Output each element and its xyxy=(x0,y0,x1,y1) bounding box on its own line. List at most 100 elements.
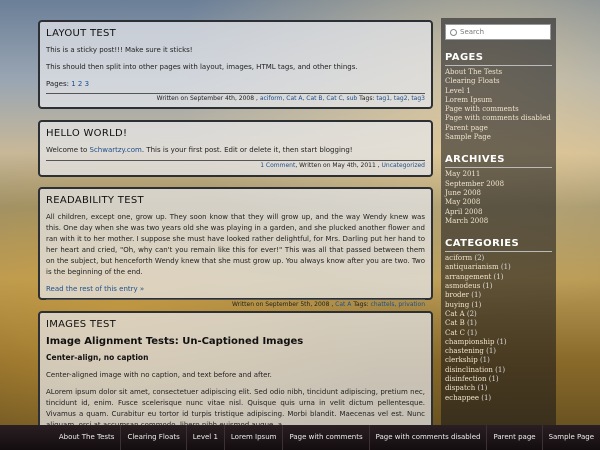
archive-item[interactable]: May 2008 xyxy=(445,198,552,207)
site-link[interactable]: Schwartzy.com xyxy=(90,146,142,154)
category-item[interactable]: asmodeus (1) xyxy=(445,282,552,291)
archive-link[interactable]: March 2008 xyxy=(445,217,488,225)
category-link[interactable]: disinclination xyxy=(445,366,493,374)
category-link[interactable]: chastening xyxy=(445,347,484,355)
category-link[interactable]: asmodeus xyxy=(445,282,480,290)
category-count: (1) xyxy=(493,272,504,281)
post-categories[interactable]: aciform, Cat A, Cat B, Cat C, sub xyxy=(260,95,357,102)
nav-page-with-comments-disabled[interactable]: Page with comments disabled xyxy=(368,425,487,450)
category-item[interactable]: Cat C (1) xyxy=(445,329,552,338)
archive-link[interactable]: April 2008 xyxy=(445,208,482,216)
comment-link[interactable]: 1 Comment xyxy=(260,162,295,169)
page-link-2[interactable]: 2 xyxy=(78,80,82,88)
post-title[interactable]: IMAGES TEST xyxy=(46,319,425,330)
category-link[interactable]: echappee xyxy=(445,394,479,402)
post-subhead: Center-align, no caption xyxy=(46,353,149,362)
category-item[interactable]: clerkship (1) xyxy=(445,356,552,365)
nav-page-with-comments[interactable]: Page with comments xyxy=(282,425,368,450)
post-category[interactable]: Cat A xyxy=(335,301,351,308)
category-count: (1) xyxy=(479,356,490,365)
page-item[interactable]: About The Tests xyxy=(445,68,552,77)
archive-item[interactable]: March 2008 xyxy=(445,217,552,226)
page-link[interactable]: Page with comments disabled xyxy=(445,114,551,122)
post-title[interactable]: HELLO WORLD! xyxy=(46,128,425,139)
category-item[interactable]: broder (1) xyxy=(445,291,552,300)
nav-lorem-ipsum[interactable]: Lorem Ipsum xyxy=(223,425,283,450)
post-title[interactable]: READABILITY TEST xyxy=(46,195,425,206)
page-item[interactable]: Parent page xyxy=(445,124,552,133)
nav-about-the-tests[interactable]: About The Tests xyxy=(53,425,121,450)
category-link[interactable]: broder xyxy=(445,291,469,299)
category-item[interactable]: aciform (2) xyxy=(445,254,552,263)
category-item[interactable]: chastening (1) xyxy=(445,347,552,356)
category-count: (1) xyxy=(495,365,506,374)
pages-label: Pages: xyxy=(46,80,69,88)
archive-item[interactable]: April 2008 xyxy=(445,208,552,217)
archive-link[interactable]: May 2008 xyxy=(445,198,480,206)
page-link-1[interactable]: 1 xyxy=(71,80,75,88)
category-count: (1) xyxy=(471,300,482,309)
category-item[interactable]: disinfection (1) xyxy=(445,375,552,384)
post-category[interactable]: Uncategorized xyxy=(382,162,425,169)
page-item[interactable]: Level 1 xyxy=(445,87,552,96)
post-readability-test: READABILITY TEST All children, except on… xyxy=(38,187,433,308)
nav-parent-page[interactable]: Parent page xyxy=(486,425,541,450)
pages-list: About The Tests Clearing Floats Level 1 … xyxy=(445,68,552,142)
page-link[interactable]: Parent page xyxy=(445,124,488,132)
category-item[interactable]: Cat B (1) xyxy=(445,319,552,328)
category-item[interactable]: buying (1) xyxy=(445,301,552,310)
page-item[interactable]: Page with comments disabled xyxy=(445,114,552,123)
category-item[interactable]: arrangement (1) xyxy=(445,273,552,282)
page-item[interactable]: Page with comments xyxy=(445,105,552,114)
category-link[interactable]: Cat C xyxy=(445,329,465,337)
page-item[interactable]: Lorem Ipsum xyxy=(445,96,552,105)
archive-link[interactable]: June 2008 xyxy=(445,189,481,197)
page-link[interactable]: Sample Page xyxy=(445,133,491,141)
category-item[interactable]: echappee (1) xyxy=(445,394,552,403)
page-link[interactable]: Level 1 xyxy=(445,87,471,95)
archive-link[interactable]: September 2008 xyxy=(445,180,504,188)
post-hello-world: HELLO WORLD! Welcome to Schwartzy.com. T… xyxy=(38,120,433,177)
page-link[interactable]: Lorem Ipsum xyxy=(445,96,492,104)
post-title[interactable]: LAYOUT TEST xyxy=(46,28,425,39)
category-link[interactable]: Cat B xyxy=(445,319,465,327)
post-date: , Written on May 4th, 2011 , xyxy=(295,162,380,169)
category-item[interactable]: championship (1) xyxy=(445,338,552,347)
category-link[interactable]: aciform xyxy=(445,254,472,262)
category-item[interactable]: dispatch (1) xyxy=(445,384,552,393)
post-tags[interactable]: tag1, tag2, tag3 xyxy=(376,95,425,102)
page-item[interactable]: Clearing Floats xyxy=(445,77,552,86)
page-item[interactable]: Sample Page xyxy=(445,133,552,142)
category-item[interactable]: disinclination (1) xyxy=(445,366,552,375)
category-link[interactable]: buying xyxy=(445,301,469,309)
page-link-3[interactable]: 3 xyxy=(85,80,89,88)
category-count: (1) xyxy=(500,263,511,272)
bottom-nav-bar: About The Tests Clearing Floats Level 1 … xyxy=(0,425,600,450)
category-link[interactable]: championship xyxy=(445,338,495,346)
archives-list: May 2011 September 2008 June 2008 May 20… xyxy=(445,170,552,226)
page-link[interactable]: Page with comments xyxy=(445,105,519,113)
category-item[interactable]: Cat A (2) xyxy=(445,310,552,319)
archive-item[interactable]: September 2008 xyxy=(445,180,552,189)
search-input[interactable]: Search xyxy=(445,24,551,40)
page-link[interactable]: Clearing Floats xyxy=(445,77,500,85)
category-link[interactable]: disinfection xyxy=(445,375,487,383)
archive-item[interactable]: June 2008 xyxy=(445,189,552,198)
category-link[interactable]: antiquarianism xyxy=(445,263,499,271)
nav-level-1[interactable]: Level 1 xyxy=(185,425,224,450)
nav-clearing-floats[interactable]: Clearing Floats xyxy=(120,425,185,450)
category-link[interactable]: clerkship xyxy=(445,356,478,364)
page-link[interactable]: About The Tests xyxy=(445,68,502,76)
post-tags[interactable]: chattels, privation xyxy=(371,301,425,308)
category-link[interactable]: dispatch xyxy=(445,384,475,392)
category-link[interactable]: arrangement xyxy=(445,273,491,281)
archive-item[interactable]: May 2011 xyxy=(445,170,552,179)
category-count: (1) xyxy=(466,319,477,328)
read-more-link[interactable]: Read the rest of this entry » xyxy=(46,285,144,293)
category-link[interactable]: Cat A xyxy=(445,310,465,318)
post-meta: 1 Comment, Written on May 4th, 2011 , Un… xyxy=(46,160,425,169)
nav-sample-page[interactable]: Sample Page xyxy=(541,425,600,450)
category-item[interactable]: antiquarianism (1) xyxy=(445,263,552,272)
archive-link[interactable]: May 2011 xyxy=(445,170,480,178)
category-count: (1) xyxy=(481,393,492,402)
